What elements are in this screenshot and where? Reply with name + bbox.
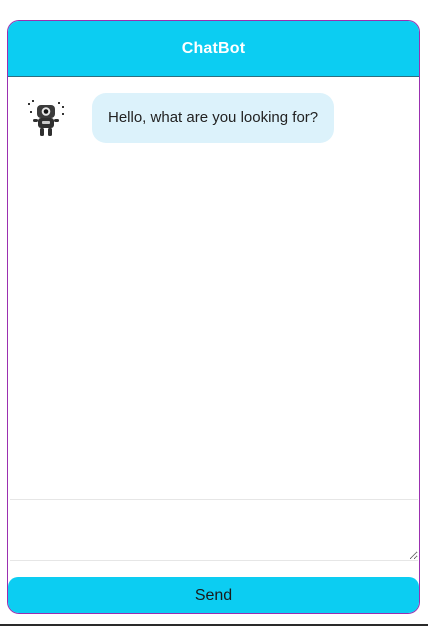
send-button[interactable]: Send xyxy=(8,577,419,613)
message-bubble-bot: Hello, what are you looking for? xyxy=(92,93,335,143)
chat-header: ChatBot xyxy=(8,21,419,77)
robot-icon xyxy=(24,95,68,139)
message-input[interactable] xyxy=(10,500,418,560)
chat-window: ChatBot Hello, what are you looking for?… xyxy=(7,20,420,614)
message-list[interactable]: Hello, what are you looking for? xyxy=(8,77,419,499)
message-row-bot: Hello, what are you looking for? xyxy=(24,93,335,143)
message-input-container xyxy=(10,499,418,561)
chat-title: ChatBot xyxy=(181,39,246,57)
